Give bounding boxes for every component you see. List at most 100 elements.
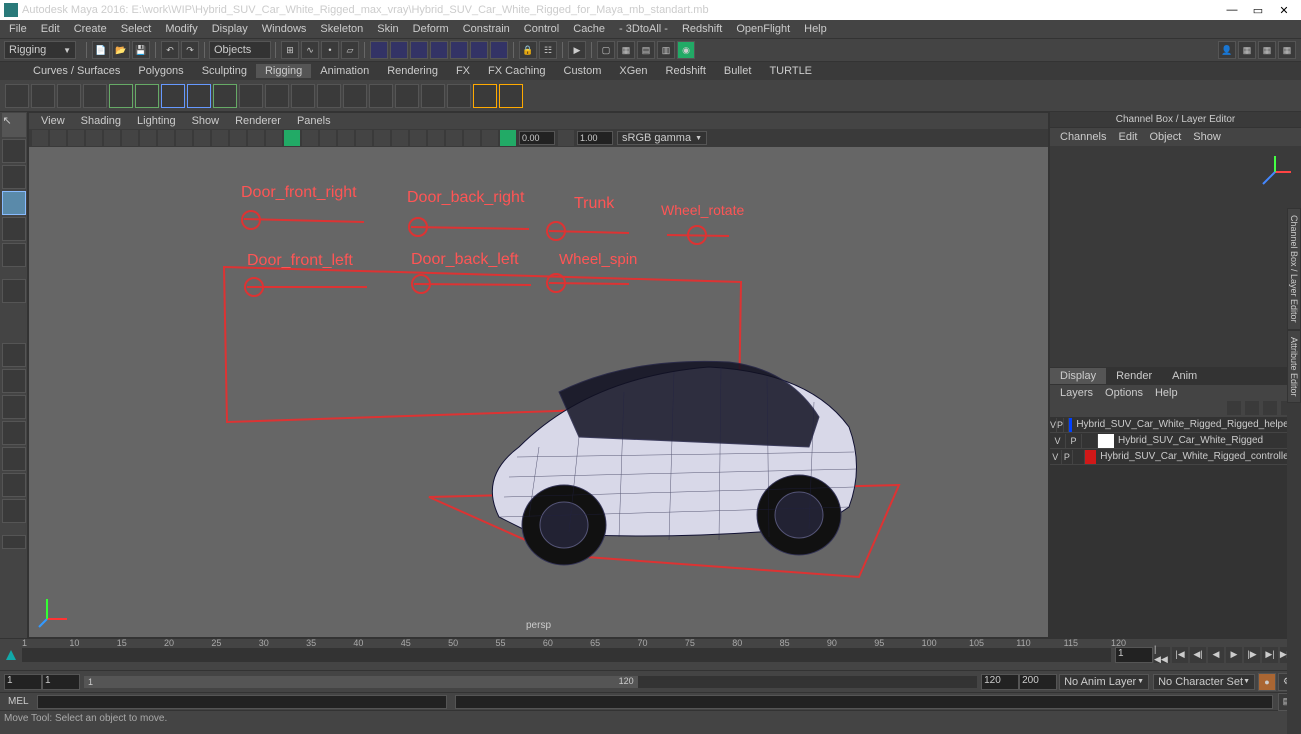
redo-button[interactable]: ↷ <box>181 41 199 59</box>
vp-motion-blur-icon[interactable] <box>374 130 390 146</box>
vp-image-plane-icon[interactable] <box>68 130 84 146</box>
current-frame-input[interactable]: 1 <box>1115 647 1153 663</box>
layer-playback-toggle[interactable]: P <box>1057 418 1064 432</box>
module-selector[interactable]: Rigging ▼ <box>4 41 76 59</box>
ch-menu-edit[interactable]: Edit <box>1112 131 1143 143</box>
vp-use-lights-icon[interactable] <box>284 130 300 146</box>
shelf-sculpt[interactable] <box>395 84 419 108</box>
shelf-tab-custom[interactable]: Custom <box>555 64 611 78</box>
shelf-tab-polygons[interactable]: Polygons <box>129 64 192 78</box>
vp-gate-mask-icon[interactable] <box>176 130 192 146</box>
layout-two-button[interactable]: ▤ <box>637 41 655 59</box>
shelf-tab-xgen[interactable]: XGen <box>610 64 656 78</box>
vp-dof-icon[interactable] <box>410 130 426 146</box>
paint-select-tool-button[interactable] <box>2 165 26 189</box>
render-settings-button[interactable] <box>430 41 448 59</box>
vp-aa-icon[interactable] <box>392 130 408 146</box>
hypershade-button[interactable] <box>450 41 468 59</box>
shelf-tab-rigging[interactable]: Rigging <box>256 64 311 78</box>
selection-mode-dropdown[interactable]: Objects <box>209 41 271 59</box>
layer-new-empty-button[interactable] <box>1263 401 1277 415</box>
go-to-start-button[interactable]: |◀◀ <box>1154 647 1170 663</box>
layout-four-button[interactable]: ▦ <box>617 41 635 59</box>
layout-four-view-button[interactable] <box>2 369 26 393</box>
vp-grease-pencil-icon[interactable] <box>104 130 120 146</box>
layer-menu-help[interactable]: Help <box>1149 387 1184 399</box>
vp-safe-title-icon[interactable] <box>230 130 246 146</box>
shelf-tab-turtle[interactable]: TURTLE <box>760 64 821 78</box>
shelf-blend-shape[interactable] <box>291 84 315 108</box>
play-backward-button[interactable]: ◀ <box>1208 647 1224 663</box>
new-scene-button[interactable]: 📄 <box>92 41 110 59</box>
human-ik-button[interactable]: ▦ <box>1278 41 1296 59</box>
layer-color-swatch[interactable] <box>1098 434 1114 448</box>
range-start-inner-input[interactable]: 1 <box>42 674 80 690</box>
layout-outliner-persp-button[interactable] <box>2 447 26 471</box>
shelf-wire[interactable] <box>343 84 367 108</box>
render-button[interactable] <box>390 41 408 59</box>
layout-two-stacked-button[interactable] <box>2 421 26 445</box>
vp-isolate-icon[interactable] <box>428 130 444 146</box>
window-minimize-button[interactable]: — <box>1219 1 1245 19</box>
menu-skin[interactable]: Skin <box>370 22 405 36</box>
snap-point-button[interactable]: • <box>321 41 339 59</box>
vp-textured-icon[interactable] <box>338 130 354 146</box>
step-forward-button[interactable]: |▶ <box>1244 647 1260 663</box>
layer-row[interactable]: VPHybrid_SUV_Car_White_Rigged_controller… <box>1050 449 1301 465</box>
tab-attribute-editor[interactable]: Attribute Editor <box>1287 330 1301 404</box>
vp-safe-action-icon[interactable] <box>212 130 228 146</box>
layer-row[interactable]: VPHybrid_SUV_Car_White_Rigged <box>1050 433 1301 449</box>
shelf-ik-handle[interactable] <box>31 84 55 108</box>
layer-menu-options[interactable]: Options <box>1099 387 1149 399</box>
lock-button[interactable]: 🔒 <box>519 41 537 59</box>
persp-viewport[interactable]: Door_front_right Door_back_right Trunk W… <box>29 147 1048 637</box>
shelf-tab-animation[interactable]: Animation <box>311 64 378 78</box>
account-button[interactable]: 👤 <box>1218 41 1236 59</box>
layout-single-view-button[interactable] <box>2 343 26 367</box>
xgen-button[interactable]: ▦ <box>1258 41 1276 59</box>
layer-move-up-button[interactable] <box>1227 401 1241 415</box>
shelf-tab-curvessurfaces[interactable]: Curves / Surfaces <box>24 64 129 78</box>
lasso-tool-button[interactable] <box>2 139 26 163</box>
shelf-tab-fx[interactable]: FX <box>447 64 479 78</box>
layout-more-button[interactable] <box>2 535 26 549</box>
menu-control[interactable]: Control <box>517 22 566 36</box>
render-view-button[interactable] <box>470 41 488 59</box>
range-slider[interactable]: 1 1 1120 120 200 No Anim Layer▼ No Chara… <box>0 670 1301 692</box>
vp-film-gate-icon[interactable] <box>140 130 156 146</box>
vp-xray-icon[interactable] <box>446 130 462 146</box>
shelf-cluster[interactable] <box>239 84 263 108</box>
vp-resolution-gate-icon[interactable] <box>158 130 174 146</box>
shelf-nonlinear[interactable] <box>369 84 393 108</box>
layer-visibility-toggle[interactable]: V <box>1050 434 1066 448</box>
anim-layer-dropdown[interactable]: No Anim Layer▼ <box>1059 674 1149 690</box>
scale-tool-button[interactable] <box>2 243 26 267</box>
vp-wireframe-shaded-icon[interactable] <box>320 130 336 146</box>
menu-openflight[interactable]: OpenFlight <box>729 22 797 36</box>
shelf-orient-joint[interactable] <box>135 84 159 108</box>
toggle-button[interactable]: ☷ <box>539 41 557 59</box>
vp-menu-panels[interactable]: Panels <box>289 115 339 127</box>
shelf-tab-redshift[interactable]: Redshift <box>657 64 715 78</box>
play-forward-button[interactable]: ▶ <box>1226 647 1242 663</box>
light-editor-button[interactable] <box>490 41 508 59</box>
menu-deform[interactable]: Deform <box>406 22 456 36</box>
menu-edit[interactable]: Edit <box>34 22 67 36</box>
menu-select[interactable]: Select <box>114 22 159 36</box>
vp-2d-pan-icon[interactable] <box>86 130 102 146</box>
snap-grid-button[interactable]: ⊞ <box>281 41 299 59</box>
shelf-tab-rendering[interactable]: Rendering <box>378 64 447 78</box>
step-back-button[interactable]: ◀| <box>1190 647 1206 663</box>
tab-channel-box[interactable]: Channel Box / Layer Editor <box>1287 208 1301 330</box>
snap-curve-button[interactable]: ∿ <box>301 41 319 59</box>
move-tool-button[interactable] <box>2 191 26 215</box>
layer-visibility-toggle[interactable]: V <box>1050 450 1062 464</box>
vp-select-camera-icon[interactable] <box>32 130 48 146</box>
layer-tab-render[interactable]: Render <box>1106 368 1162 384</box>
save-scene-button[interactable]: 💾 <box>132 41 150 59</box>
vp-wireframe-icon[interactable] <box>248 130 264 146</box>
vp-smooth-shade-icon[interactable] <box>266 130 282 146</box>
vp-menu-lighting[interactable]: Lighting <box>129 115 184 127</box>
shelf-tab-fxcaching[interactable]: FX Caching <box>479 64 554 78</box>
vp-gamma-toggle-icon[interactable] <box>500 130 516 146</box>
